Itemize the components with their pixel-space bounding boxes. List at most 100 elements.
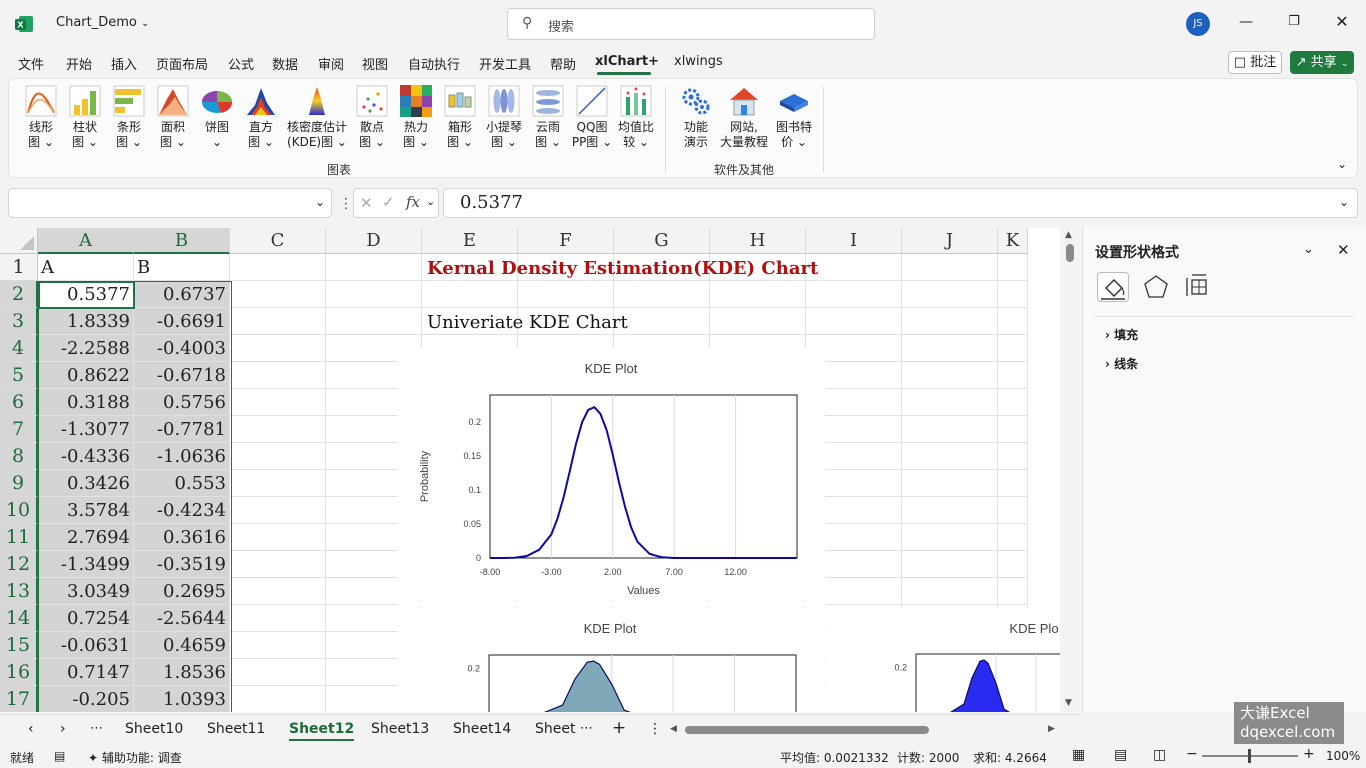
vertical-scrollbar[interactable]: ▲ ▼ bbox=[1062, 228, 1078, 712]
menu-item-page-layout[interactable]: 页面布局 bbox=[156, 54, 208, 73]
column-header-f[interactable]: F bbox=[518, 228, 614, 254]
heatmap-button[interactable]: 热力 图 ⌄ bbox=[394, 85, 438, 150]
cell[interactable] bbox=[230, 281, 326, 308]
column-header-k[interactable]: K bbox=[998, 228, 1028, 254]
cell[interactable] bbox=[998, 389, 1028, 416]
zoom-slider-thumb[interactable] bbox=[1248, 749, 1251, 763]
formula-input[interactable]: 0.5377 ⌄ bbox=[443, 188, 1358, 218]
cell[interactable] bbox=[230, 416, 326, 443]
qq-plot-button[interactable]: QQ图 PP图 ⌄ bbox=[570, 85, 614, 150]
scatter-chart-button[interactable]: 散点 图 ⌄ bbox=[350, 85, 394, 150]
cell[interactable] bbox=[230, 686, 326, 712]
menu-item-automate[interactable]: 自动执行 bbox=[408, 54, 460, 73]
row-header-7[interactable]: 7 bbox=[0, 416, 38, 443]
prev-sheet-icon[interactable]: ‹ bbox=[28, 721, 34, 737]
page-break-view-icon[interactable]: ◫ bbox=[1153, 747, 1166, 763]
excel-logo-icon[interactable]: X bbox=[14, 14, 34, 34]
row-header-12[interactable]: 12 bbox=[0, 551, 38, 578]
sheet-tab-sheet12[interactable]: Sheet12 bbox=[289, 721, 355, 741]
menu-item-insert[interactable]: 插入 bbox=[111, 54, 137, 73]
cell[interactable] bbox=[710, 281, 806, 308]
cell[interactable] bbox=[998, 335, 1028, 362]
row-header-5[interactable]: 5 bbox=[0, 362, 38, 389]
column-header-b[interactable]: B bbox=[134, 228, 230, 254]
row-header-16[interactable]: 16 bbox=[0, 659, 38, 686]
scroll-down-icon[interactable]: ▼ bbox=[1065, 698, 1072, 708]
cell[interactable] bbox=[230, 578, 326, 605]
page-layout-view-icon[interactable]: ▤ bbox=[1114, 747, 1127, 763]
cell[interactable] bbox=[902, 443, 998, 470]
cell[interactable] bbox=[998, 281, 1028, 308]
sheet-tab-sheet11[interactable]: Sheet11 bbox=[207, 721, 265, 737]
vertical-scroll-thumb[interactable] bbox=[1066, 244, 1074, 262]
cell[interactable] bbox=[230, 659, 326, 686]
scroll-left-icon[interactable]: ◀ bbox=[670, 724, 677, 734]
cell[interactable] bbox=[902, 470, 998, 497]
cell[interactable] bbox=[902, 416, 998, 443]
search-box[interactable]: ⚲ 搜索 bbox=[507, 8, 875, 40]
cell[interactable] bbox=[998, 416, 1028, 443]
options-icon[interactable]: ⋮ bbox=[648, 721, 662, 737]
histogram-button[interactable]: 直方 图 ⌄ bbox=[239, 85, 283, 150]
more-sheets-icon[interactable]: ⋯ bbox=[90, 721, 103, 736]
sheet-tab-sheet10[interactable]: Sheet10 bbox=[125, 721, 183, 737]
cell[interactable] bbox=[230, 632, 326, 659]
row-header-11[interactable]: 11 bbox=[0, 524, 38, 551]
cell[interactable] bbox=[806, 254, 902, 281]
cell[interactable] bbox=[230, 254, 326, 281]
sheet-tab-sheet15[interactable]: Sheet bbox=[535, 721, 575, 737]
kde-chart-3[interactable]: KDE Plo 0.2 bbox=[826, 608, 1060, 712]
cell[interactable] bbox=[902, 308, 998, 335]
row-header-6[interactable]: 6 bbox=[0, 389, 38, 416]
cell[interactable] bbox=[902, 335, 998, 362]
more-options-icon[interactable]: ⋮ bbox=[339, 196, 353, 212]
bar-chart-button[interactable]: 条形 图 ⌄ bbox=[107, 85, 151, 150]
size-properties-tab[interactable] bbox=[1183, 272, 1215, 302]
cell[interactable] bbox=[710, 308, 806, 335]
feature-demo-button[interactable]: 功能 演示 bbox=[674, 85, 718, 150]
menu-item-formulas[interactable]: 公式 bbox=[228, 54, 254, 73]
cell[interactable] bbox=[326, 308, 422, 335]
avatar[interactable]: JS bbox=[1186, 12, 1210, 36]
close-window-button[interactable]: ✕ bbox=[1332, 12, 1352, 32]
name-box[interactable]: ⌄ bbox=[8, 188, 332, 218]
insert-function-icon[interactable]: fx bbox=[406, 193, 420, 211]
zoom-out-icon[interactable]: − bbox=[1186, 746, 1198, 762]
cell[interactable] bbox=[806, 308, 902, 335]
collapse-ribbon-icon[interactable]: ⌄ bbox=[1337, 157, 1347, 171]
cell[interactable] bbox=[806, 281, 902, 308]
column-header-h[interactable]: H bbox=[710, 228, 806, 254]
row-header-13[interactable]: 13 bbox=[0, 578, 38, 605]
restore-button[interactable]: ❐ bbox=[1284, 14, 1304, 34]
cell[interactable] bbox=[998, 308, 1028, 335]
cell[interactable] bbox=[902, 524, 998, 551]
menu-item-developer[interactable]: 开发工具 bbox=[479, 54, 531, 73]
line-section[interactable]: › 线条 bbox=[1105, 355, 1138, 372]
cell[interactable] bbox=[230, 605, 326, 632]
column-header-e[interactable]: E bbox=[422, 228, 518, 254]
row-header-17[interactable]: 17 bbox=[0, 686, 38, 712]
cell[interactable] bbox=[998, 551, 1028, 578]
column-header-g[interactable]: G bbox=[614, 228, 710, 254]
cell[interactable] bbox=[230, 470, 326, 497]
menu-item-view[interactable]: 视图 bbox=[362, 54, 388, 73]
cell[interactable] bbox=[902, 497, 998, 524]
column-header-d[interactable]: D bbox=[326, 228, 422, 254]
zoom-slider[interactable] bbox=[1202, 749, 1298, 763]
cell[interactable] bbox=[902, 254, 998, 281]
chevron-down-icon[interactable]: ⌄ bbox=[1339, 195, 1349, 209]
line-chart-button[interactable]: 线形 图 ⌄ bbox=[19, 85, 63, 150]
row-header-14[interactable]: 14 bbox=[0, 605, 38, 632]
file-name[interactable]: Chart_Demo ⌄ bbox=[56, 15, 149, 30]
cell[interactable] bbox=[614, 308, 710, 335]
select-all-corner[interactable] bbox=[0, 228, 38, 254]
close-panel-icon[interactable]: ✕ bbox=[1337, 241, 1350, 259]
zoom-in-icon[interactable]: + bbox=[1303, 746, 1315, 762]
cell[interactable] bbox=[998, 362, 1028, 389]
menu-item-xlwings[interactable]: xlwings bbox=[674, 54, 723, 69]
cell[interactable] bbox=[998, 497, 1028, 524]
website-tutorial-button[interactable]: 网站, 大量教程 bbox=[716, 85, 772, 150]
row-header-2[interactable]: 2 bbox=[0, 281, 38, 308]
cell[interactable] bbox=[998, 254, 1028, 281]
cell[interactable] bbox=[230, 335, 326, 362]
